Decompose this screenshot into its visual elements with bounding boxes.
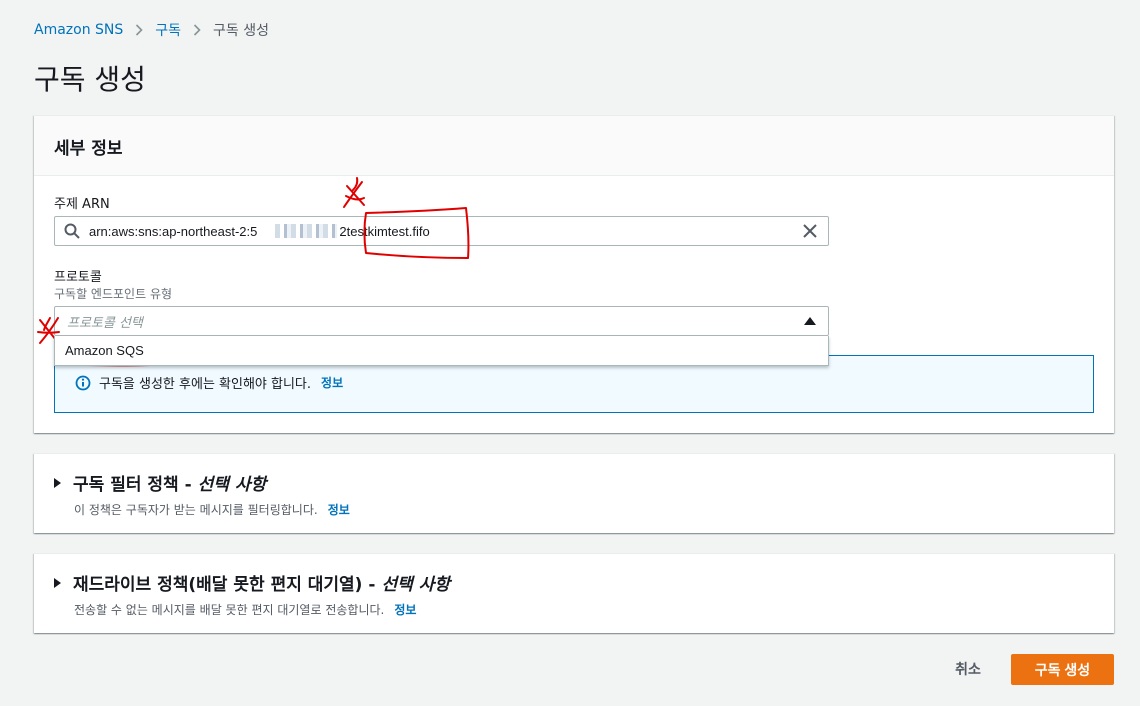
topic-arn-value: arn:aws:sns:ap-northeast-2:5 2testkimtest… [89, 223, 430, 239]
chevron-right-icon [193, 24, 201, 36]
breadcrumb-current: 구독 생성 [213, 23, 270, 39]
alert-info-link[interactable]: 정보 [321, 374, 343, 391]
topic-arn-suffix: testkimtest.fifo [346, 223, 430, 239]
redrive-policy-panel[interactable]: 재드라이브 정책(배달 못한 편지 대기열) - 선택 사항 전송할 수 없는 … [34, 553, 1114, 633]
filter-policy-description: 이 정책은 구독자가 받는 메시지를 필터링합니다. [74, 503, 318, 517]
protocol-label: 프로토콜 [54, 270, 102, 285]
details-panel: 세부 정보 주제 ARN arn:aws:sns:ap-northeast-2:… [34, 115, 1114, 433]
filter-policy-info-link[interactable]: 정보 [328, 501, 350, 518]
filter-policy-header[interactable]: 구독 필터 정책 - 선택 사항 [54, 470, 1094, 495]
chevron-right-icon [135, 24, 143, 36]
topic-arn-mid: 2 [339, 223, 347, 239]
protocol-description: 구독할 엔드포인트 유형 [54, 287, 173, 301]
details-panel-header: 세부 정보 [34, 116, 1114, 176]
cancel-button[interactable]: 취소 [940, 654, 996, 684]
caret-up-icon [804, 317, 816, 325]
topic-arn-label: 주제 ARN [54, 197, 110, 212]
details-panel-title: 세부 정보 [54, 139, 123, 159]
protocol-dropdown: Amazon SQS [54, 336, 829, 366]
breadcrumb-amazon-sns[interactable]: Amazon SNS [34, 22, 123, 38]
filter-policy-optional: 선택 사항 [197, 475, 267, 495]
redrive-policy-title: 재드라이브 정책(배달 못한 편지 대기열) - [73, 575, 376, 595]
breadcrumb: Amazon SNS 구독 구독 생성 [34, 20, 269, 40]
create-subscription-button[interactable]: 구독 생성 [1011, 654, 1114, 685]
protocol-select[interactable]: 프로토콜 선택 [54, 306, 829, 336]
redrive-policy-description-row: 전송할 수 없는 메시지를 배달 못한 편지 대기열로 전송합니다. 정보 [74, 601, 1094, 618]
redrive-policy-description: 전송할 수 없는 메시지를 배달 못한 편지 대기열로 전송합니다. [74, 603, 385, 617]
caret-right-icon [54, 577, 61, 588]
redacted-account-id [275, 223, 338, 238]
filter-policy-title: 구독 필터 정책 - [73, 475, 192, 495]
alert-message: 구독을 생성한 후에는 확인해야 합니다. [99, 377, 312, 392]
page-title: 구독 생성 [34, 63, 146, 96]
redrive-policy-optional: 선택 사항 [381, 575, 450, 595]
topic-arn-prefix: arn:aws:sns:ap-northeast-2:5 [89, 223, 258, 239]
search-icon [63, 222, 81, 240]
redrive-policy-info-link[interactable]: 정보 [394, 601, 416, 618]
info-icon [75, 375, 91, 391]
caret-right-icon [54, 477, 61, 488]
breadcrumb-subscriptions[interactable]: 구독 [155, 20, 181, 40]
filter-policy-panel[interactable]: 구독 필터 정책 - 선택 사항 이 정책은 구독자가 받는 메시지를 필터링합… [34, 453, 1114, 533]
redrive-policy-header[interactable]: 재드라이브 정책(배달 못한 편지 대기열) - 선택 사항 [54, 570, 1094, 595]
protocol-placeholder: 프로토콜 선택 [67, 315, 143, 331]
clear-icon[interactable] [802, 223, 818, 239]
protocol-option-amazon-sqs[interactable]: Amazon SQS [65, 343, 144, 358]
filter-policy-description-row: 이 정책은 구독자가 받는 메시지를 필터링합니다. 정보 [74, 501, 1094, 518]
topic-arn-input[interactable]: arn:aws:sns:ap-northeast-2:5 2testkimtest… [54, 216, 829, 246]
